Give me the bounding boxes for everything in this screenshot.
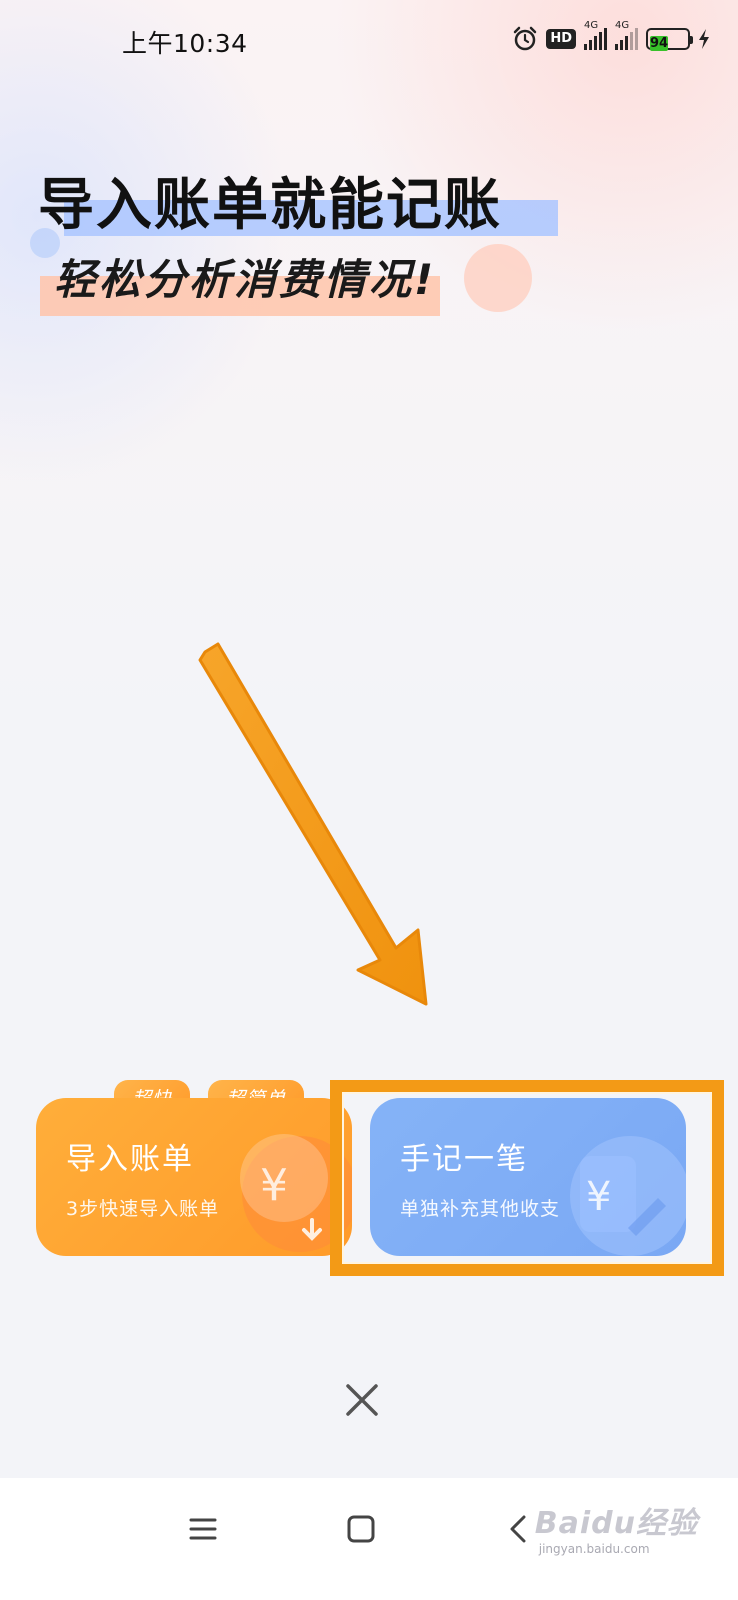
charging-bolt-icon xyxy=(698,29,710,49)
watermark-url: jingyan.baidu.com xyxy=(538,1542,650,1556)
hd-voice-icon: HD xyxy=(546,29,576,49)
status-time: 上午10:34 xyxy=(122,29,248,58)
back-chevron-icon xyxy=(510,1515,526,1543)
home-button[interactable] xyxy=(336,1504,386,1554)
battery-icon: 94 xyxy=(646,28,693,51)
alarm-clock-icon xyxy=(512,26,538,52)
cellular-signal-icon: 4G xyxy=(584,20,607,50)
import-bill-subtitle: 3步快速导入账单 xyxy=(66,1198,220,1220)
watermark: Baidu经验 jingyan.baidu.com xyxy=(535,1498,698,1556)
headline-secondary: 轻松分析消费情况! xyxy=(40,246,440,316)
close-button[interactable] xyxy=(338,1376,386,1424)
import-bill-title: 导入账单 xyxy=(66,1142,194,1177)
decor-circle xyxy=(464,244,532,312)
battery-level: 94 xyxy=(650,36,669,51)
close-icon xyxy=(346,1384,378,1416)
home-square-icon xyxy=(347,1515,375,1543)
recent-apps-button[interactable] xyxy=(178,1504,228,1554)
status-icons: HD 4G 4G 94 xyxy=(512,20,710,52)
watermark-logo: Baidu经验 xyxy=(534,1506,698,1541)
import-bill-button[interactable]: 导入账单 3步快速导入账单 ¥ xyxy=(36,1098,352,1256)
headline-primary: 导入账单就能记账 xyxy=(38,160,558,241)
background-gradient xyxy=(0,0,738,720)
cellular-signal-icon-2: 4G xyxy=(615,20,638,50)
annotation-highlight-inner xyxy=(342,1092,712,1264)
menu-icon xyxy=(189,1518,217,1540)
svg-text:¥: ¥ xyxy=(260,1160,288,1211)
status-bar: 上午10:34 HD 4G 4G 94 xyxy=(0,0,738,84)
